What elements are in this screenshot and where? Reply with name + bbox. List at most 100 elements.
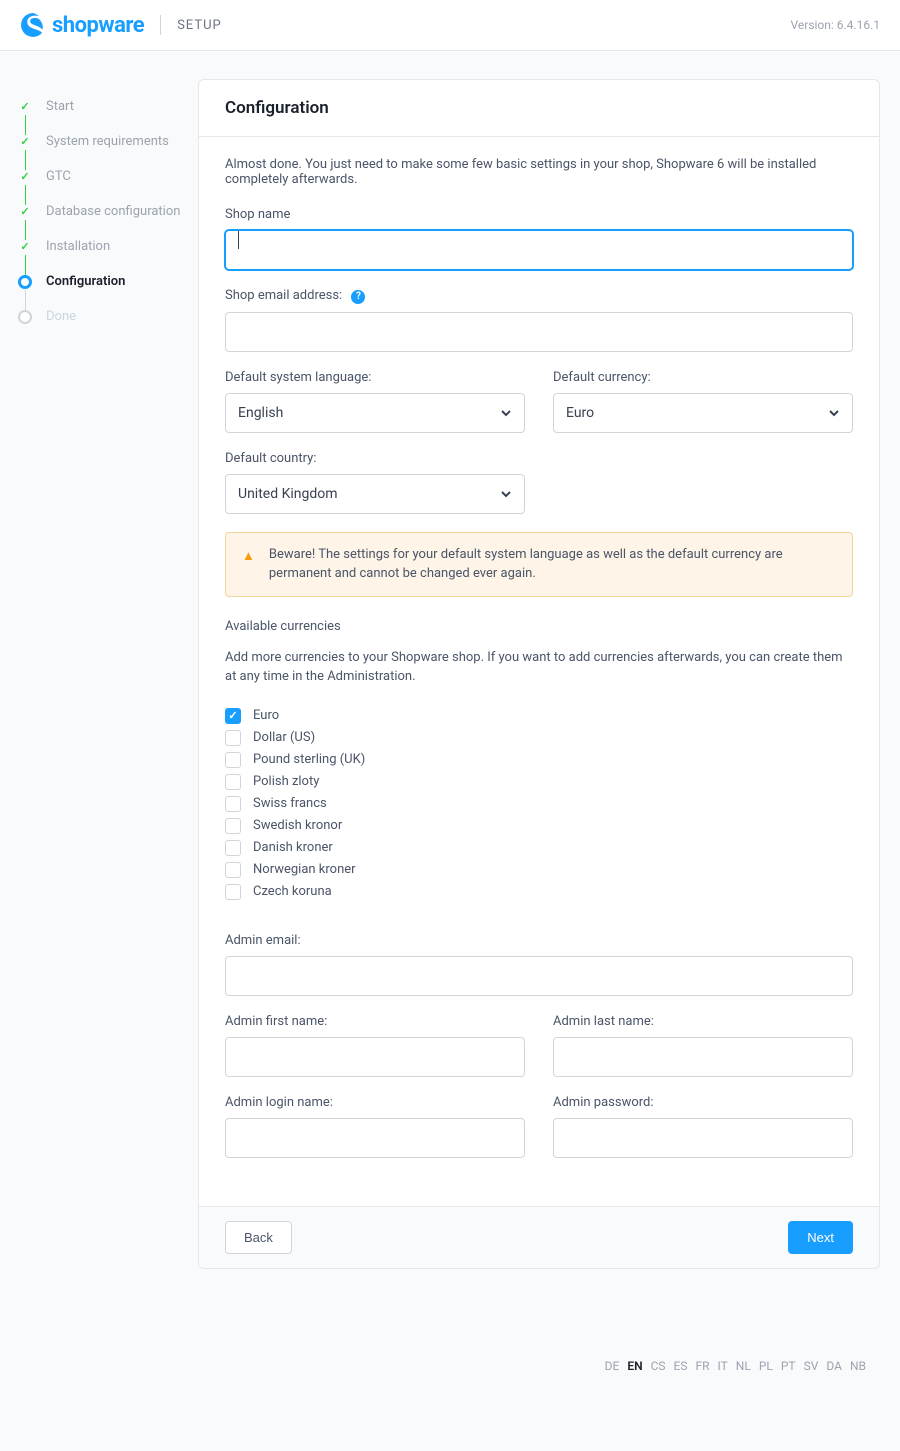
step-done: Done [18,299,198,334]
step-label: Done [46,309,76,324]
language-option-en[interactable]: EN [627,1359,642,1373]
currency-label: Danish kroner [253,840,333,855]
currency-option[interactable]: Polish zloty [225,771,853,793]
currency-label: Swedish kronor [253,818,342,833]
language-option-cs[interactable]: CS [651,1359,666,1373]
checkbox[interactable] [225,708,241,724]
currency-option[interactable]: Swedish kronor [225,815,853,837]
card-header: Configuration [199,80,879,137]
step-system-requirements: System requirements [18,124,198,159]
currency-label: Swiss francs [253,796,327,811]
help-icon[interactable]: ? [351,290,365,304]
system-language-value: English [238,405,283,421]
language-option-fr[interactable]: FR [695,1359,709,1373]
language-option-pt[interactable]: PT [781,1359,796,1373]
step-installation: Installation [18,229,198,264]
system-language-select[interactable]: English [225,393,525,433]
currency-label: Norwegian kroner [253,862,356,877]
language-option-nl[interactable]: NL [736,1359,751,1373]
page-title: Configuration [225,98,853,118]
step-configuration: Configuration [18,264,198,299]
currency-select[interactable]: Euro [553,393,853,433]
step-gtc: GTC [18,159,198,194]
currency-label: Polish zloty [253,774,319,789]
configuration-card: Configuration Almost done. You just need… [198,79,880,1269]
checkbox[interactable] [225,818,241,834]
currency-label: Pound sterling (UK) [253,752,365,767]
language-option-sv[interactable]: SV [804,1359,819,1373]
admin-login-label: Admin login name: [225,1095,525,1110]
language-footer: DE EN CS ES FR IT NL PL PT SV DA NB [0,1299,900,1393]
admin-first-name-label: Admin first name: [225,1014,525,1029]
currency-option[interactable]: Norwegian kroner [225,859,853,881]
alert-text: Beware! The settings for your default sy… [269,545,836,584]
checkbox[interactable] [225,840,241,856]
system-language-label: Default system language: [225,370,525,385]
step-icon [18,135,32,149]
version-label: Version: 6.4.16.1 [791,18,881,32]
country-value: United Kingdom [238,486,338,502]
chevron-down-icon [828,407,840,419]
language-option-it[interactable]: IT [718,1359,728,1373]
back-button[interactable]: Back [225,1221,292,1254]
brand-logo: shopware [20,12,144,38]
step-label: Configuration [46,274,125,289]
language-option-da[interactable]: DA [826,1359,842,1373]
checkbox[interactable] [225,862,241,878]
checkbox[interactable] [225,774,241,790]
app-header: shopware SETUP Version: 6.4.16.1 [0,0,900,51]
language-option-pl[interactable]: PL [759,1359,773,1373]
shop-name-input[interactable] [225,230,853,270]
step-icon [18,170,32,184]
shop-email-label: Shop email address: ? [225,288,853,304]
checkbox[interactable] [225,884,241,900]
available-currencies-desc: Add more currencies to your Shopware sho… [225,648,853,687]
next-button[interactable]: Next [788,1221,853,1254]
currency-option[interactable]: Euro [225,705,853,727]
shop-name-label: Shop name [225,207,853,222]
language-option-de[interactable]: DE [605,1359,620,1373]
checkbox[interactable] [225,796,241,812]
currency-value: Euro [566,405,594,421]
step-label: Installation [46,239,110,254]
warning-icon: ▲ [242,547,255,584]
currency-checkbox-list: Euro Dollar (US) Pound sterling (UK) Polish… [225,705,853,903]
header-divider [160,15,161,35]
step-icon [18,310,32,324]
language-option-nb[interactable]: NB [850,1359,866,1373]
chevron-down-icon [500,407,512,419]
admin-password-input[interactable] [553,1118,853,1158]
checkbox[interactable] [225,730,241,746]
currency-option[interactable]: Dollar (US) [225,727,853,749]
shop-email-label-text: Shop email address: [225,288,342,303]
admin-login-input[interactable] [225,1118,525,1158]
admin-last-name-input[interactable] [553,1037,853,1077]
currency-option[interactable]: Czech koruna [225,881,853,903]
shop-email-input[interactable] [225,312,853,352]
currency-option[interactable]: Pound sterling (UK) [225,749,853,771]
currency-label: Default currency: [553,370,853,385]
checkbox[interactable] [225,752,241,768]
country-select[interactable]: United Kingdom [225,474,525,514]
admin-email-label: Admin email: [225,933,853,948]
card-footer: Back Next [199,1206,879,1268]
brand-text: shopware [52,13,144,38]
header-setup-label: SETUP [177,18,222,33]
currency-label: Dollar (US) [253,730,315,745]
admin-email-input[interactable] [225,956,853,996]
language-option-es[interactable]: ES [674,1359,688,1373]
step-label: System requirements [46,134,169,149]
step-label: Start [46,99,74,114]
currency-option[interactable]: Swiss francs [225,793,853,815]
available-currencies-title: Available currencies [225,619,853,634]
step-label: GTC [46,169,71,184]
admin-last-name-label: Admin last name: [553,1014,853,1029]
warning-alert: ▲ Beware! The settings for your default … [225,532,853,597]
country-label: Default country: [225,451,525,466]
admin-first-name-input[interactable] [225,1037,525,1077]
intro-text: Almost done. You just need to make some … [225,157,853,187]
step-icon [18,205,32,219]
setup-steps-sidebar: StartSystem requirementsGTCDatabase conf… [0,79,198,1269]
step-icon [18,275,32,289]
currency-option[interactable]: Danish kroner [225,837,853,859]
